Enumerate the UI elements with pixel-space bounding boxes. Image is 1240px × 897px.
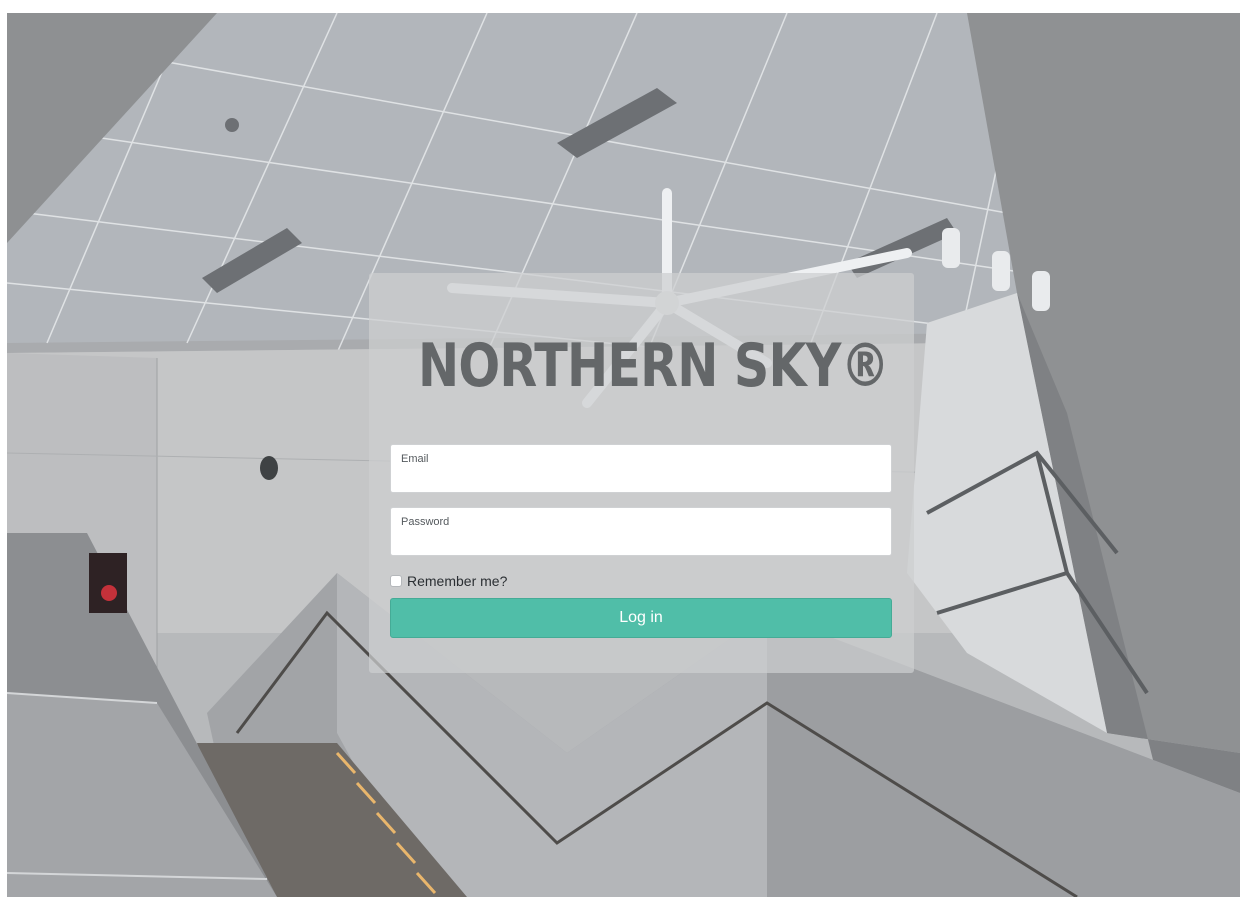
brand-logo-text: NORTHERN SKY® <box>418 331 890 401</box>
email-label: Email <box>401 453 429 465</box>
login-card: NORTHERN SKY® Email Password Remember me… <box>369 273 914 673</box>
password-field[interactable]: Password <box>390 507 892 556</box>
email-field[interactable]: Email <box>390 444 892 493</box>
login-button[interactable]: Log in <box>390 598 892 638</box>
email-input[interactable] <box>400 469 880 489</box>
password-label: Password <box>401 516 450 528</box>
remember-me-row[interactable]: Remember me? <box>390 572 507 590</box>
remember-me-checkbox[interactable] <box>390 575 402 587</box>
password-input[interactable] <box>400 532 880 552</box>
remember-me-label[interactable]: Remember me? <box>407 573 507 589</box>
